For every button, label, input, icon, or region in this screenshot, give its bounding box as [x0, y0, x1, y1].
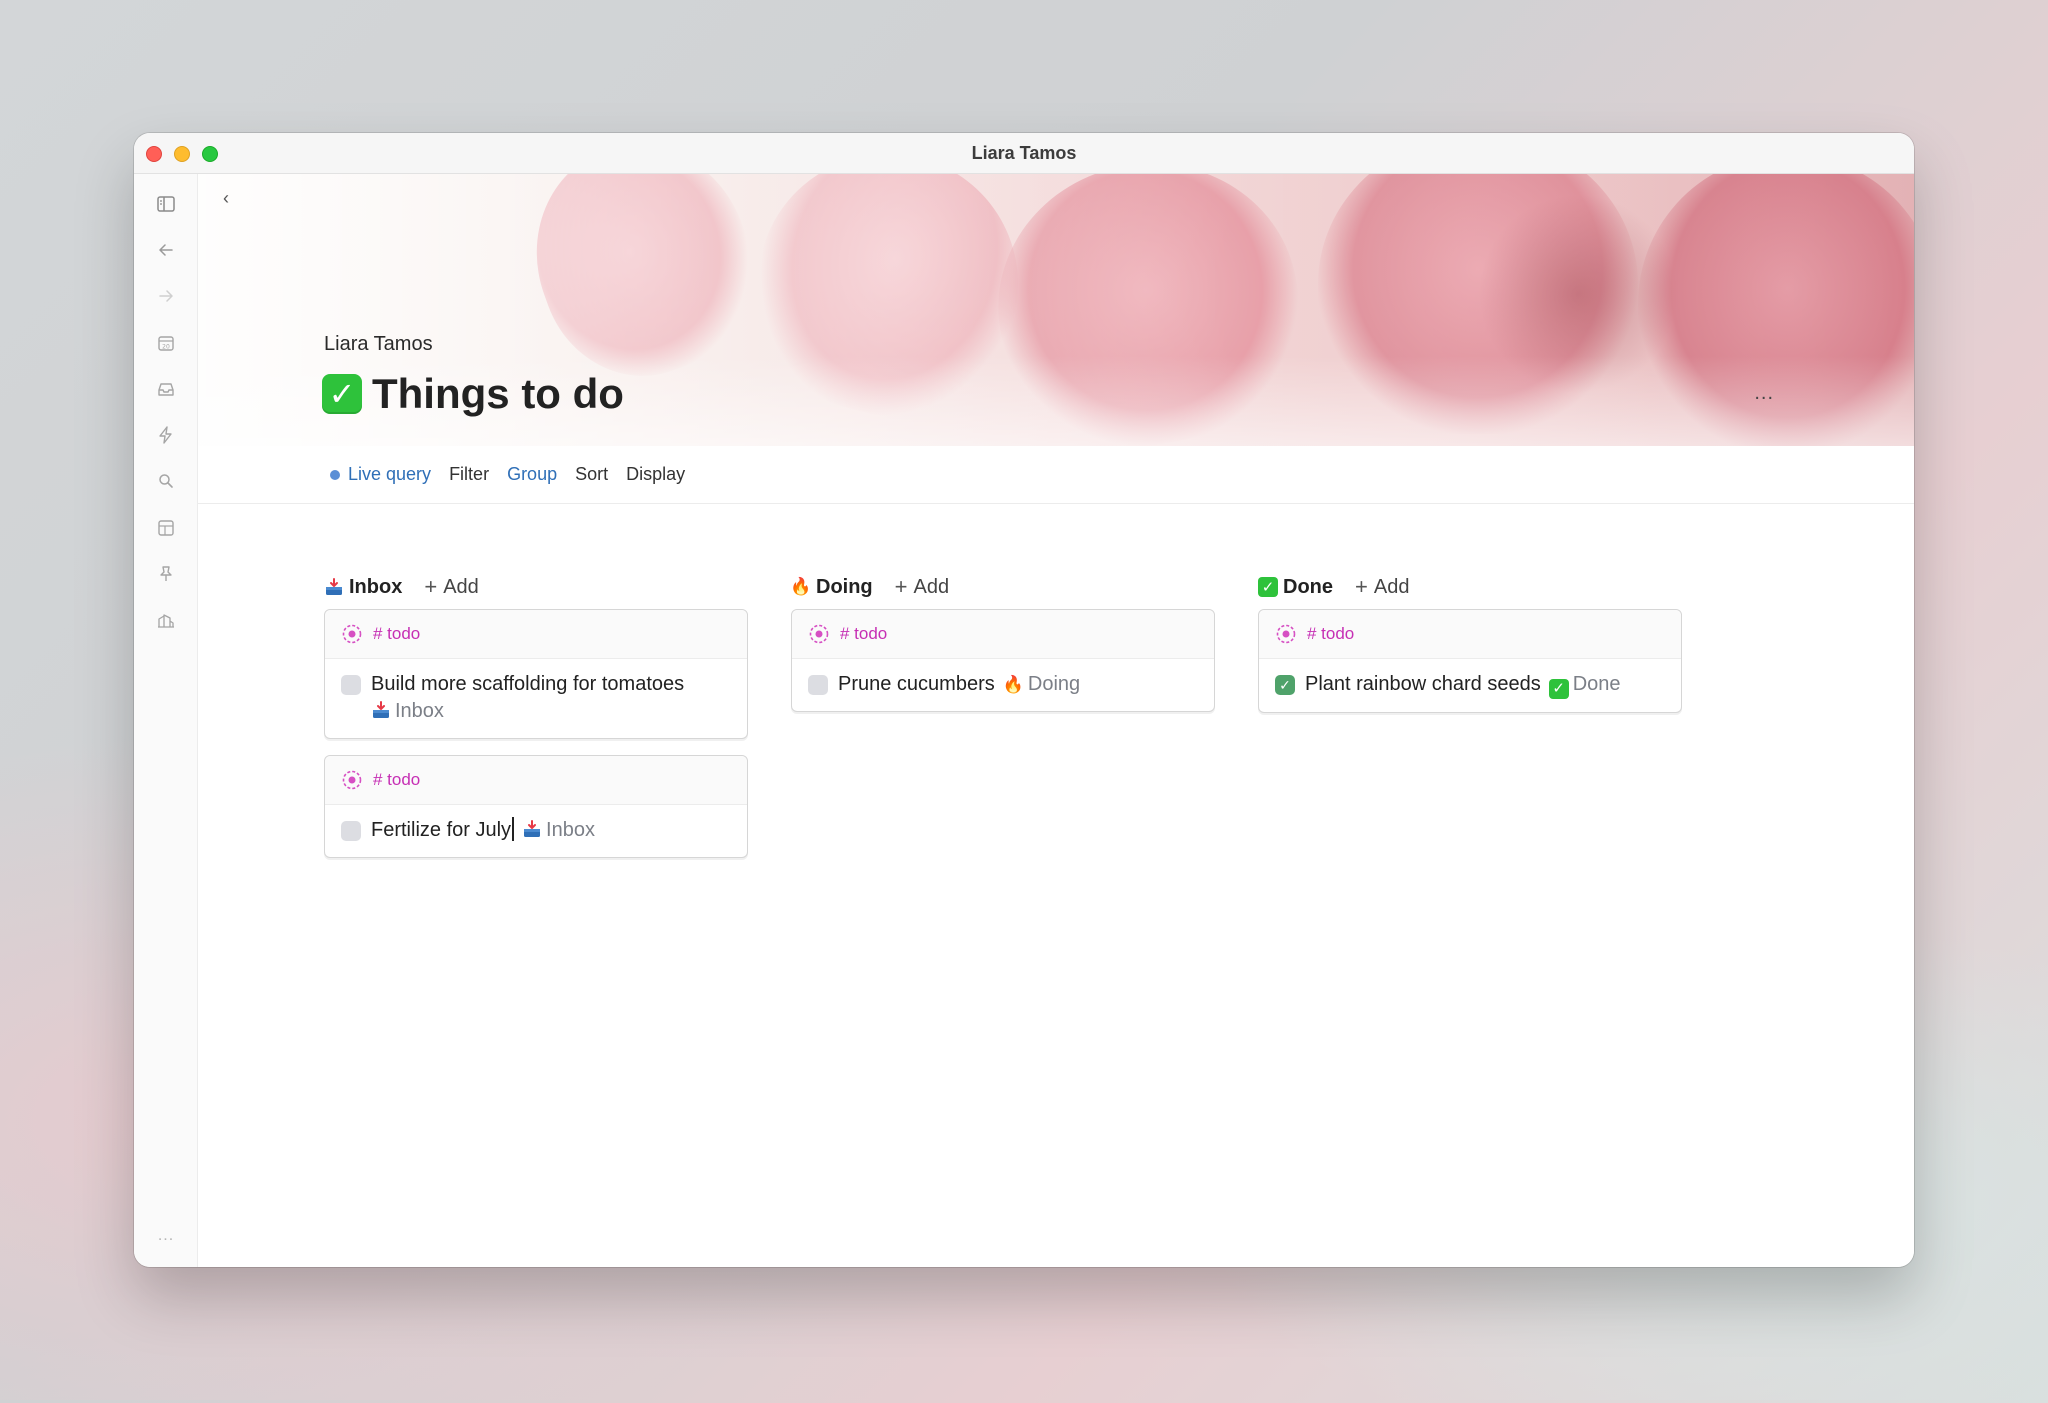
plus-icon: + — [424, 574, 438, 599]
task-text-block: Plant rainbow chard seeds ✓ Done — [1305, 671, 1621, 699]
calendar-icon[interactable]: 20 — [154, 331, 178, 355]
tag-target-icon — [342, 624, 362, 644]
tag-row: # todo — [325, 610, 747, 659]
lightning-icon[interactable] — [154, 423, 178, 447]
column-header: Inbox + Add — [324, 569, 748, 605]
check-mark-icon: ✓ — [1548, 678, 1569, 699]
tag-row: # todo — [792, 610, 1214, 659]
tag-label[interactable]: # todo — [840, 624, 887, 644]
task-card[interactable]: # todo Build more scaffolding for tomato… — [324, 609, 748, 739]
plus-icon: + — [894, 574, 908, 599]
column-done: ✓ Done + Add # todo ✓ Plant rainbow char… — [1258, 569, 1682, 874]
app-window: Liara Tamos 20 ... ‹ Liara Tamos ✓ Thing… — [134, 133, 1914, 1267]
column-doing: 🔥 Doing + Add # todo Prune cucumbers 🔥 D… — [790, 569, 1215, 874]
kanban-board: Inbox + Add # todo Build more scaffoldin… — [324, 569, 1682, 874]
column-name: Inbox — [349, 575, 403, 598]
tag-target-icon — [1276, 624, 1296, 644]
column-inbox: Inbox + Add # todo Build more scaffoldin… — [324, 569, 748, 874]
task-status[interactable]: Inbox — [395, 700, 444, 722]
layout-icon[interactable] — [154, 516, 178, 540]
live-dot-icon — [330, 469, 340, 480]
column-name: Done — [1283, 575, 1333, 598]
task-text-block: Fertilize for July Inbox — [371, 817, 595, 844]
task-checkbox[interactable] — [341, 675, 361, 695]
fire-icon: 🔥 — [790, 577, 812, 596]
add-card-button[interactable]: + Add — [424, 574, 478, 600]
query-toolbar: Live query Filter Group Sort Display — [198, 446, 1914, 504]
breadcrumb[interactable]: Liara Tamos — [324, 333, 433, 356]
tag-row: # todo — [325, 756, 747, 805]
task-text[interactable]: Build more scaffolding for tomatoes — [371, 673, 684, 695]
page-more-button[interactable]: ... — [1754, 382, 1774, 405]
task-row: Prune cucumbers 🔥 Doing — [792, 659, 1214, 711]
add-card-button[interactable]: + Add — [1355, 574, 1409, 600]
column-name: Doing — [816, 575, 873, 598]
cover-image: ‹ Liara Tamos ✓ Things to do ... — [198, 174, 1914, 446]
svg-text:20: 20 — [162, 344, 170, 351]
inbox-tray-icon[interactable] — [154, 377, 178, 401]
titlebar: Liara Tamos — [134, 133, 1914, 174]
live-query-button[interactable]: Live query — [330, 464, 431, 485]
task-status[interactable]: Doing — [1028, 673, 1080, 695]
check-mark-icon: ✓ — [322, 374, 362, 414]
tag-target-icon — [342, 770, 362, 790]
fire-icon: 🔥 — [1002, 675, 1024, 694]
task-card[interactable]: # todo Fertilize for July Inbox — [324, 755, 748, 858]
task-row: Fertilize for July Inbox — [325, 805, 747, 857]
task-text-input[interactable]: Fertilize for July — [371, 819, 511, 841]
page-title-text: Things to do — [372, 370, 624, 417]
inbox-tray-icon — [373, 701, 389, 718]
pin-icon[interactable] — [154, 562, 178, 586]
page-title: ✓ Things to do — [322, 370, 624, 418]
plus-icon: + — [1355, 574, 1368, 599]
task-text-block: Build more scaffolding for tomatoes Inbo… — [371, 671, 684, 725]
task-text[interactable]: Prune cucumbers — [838, 673, 995, 695]
forward-arrow-icon[interactable] — [154, 284, 178, 308]
task-checkbox[interactable] — [341, 821, 361, 841]
group-button[interactable]: Group — [507, 464, 557, 485]
tag-target-icon — [809, 624, 829, 644]
filter-button[interactable]: Filter — [449, 464, 489, 485]
task-text-block: Prune cucumbers 🔥 Doing — [838, 671, 1080, 698]
buildings-icon[interactable] — [154, 608, 178, 632]
check-mark-icon: ✓ — [1258, 577, 1278, 597]
sidebar: 20 ... — [134, 174, 198, 1267]
task-status[interactable]: Done — [1573, 673, 1621, 695]
task-row: ✓ Plant rainbow chard seeds ✓ Done — [1259, 659, 1681, 712]
inbox-tray-icon — [524, 820, 541, 837]
sort-button[interactable]: Sort — [575, 464, 608, 485]
column-header: 🔥 Doing + Add — [790, 569, 1215, 605]
main-content: ‹ Liara Tamos ✓ Things to do ... Live qu… — [198, 174, 1914, 1267]
task-row: Build more scaffolding for tomatoes Inbo… — [325, 659, 747, 738]
text-caret — [512, 817, 515, 841]
display-button[interactable]: Display — [626, 464, 685, 485]
inbox-tray-icon — [324, 577, 344, 597]
task-checkbox-checked[interactable]: ✓ — [1275, 675, 1295, 695]
tag-label[interactable]: # todo — [373, 624, 420, 644]
task-status[interactable]: Inbox — [546, 819, 595, 841]
sidebar-toggle-icon[interactable] — [154, 192, 178, 216]
tag-label[interactable]: # todo — [373, 770, 420, 790]
task-checkbox[interactable] — [808, 675, 828, 695]
task-card[interactable]: # todo ✓ Plant rainbow chard seeds ✓ Done — [1258, 609, 1682, 713]
window-title: Liara Tamos — [971, 143, 1077, 163]
add-card-button[interactable]: + Add — [895, 574, 949, 600]
collapse-chevron-icon[interactable]: ‹ — [216, 188, 236, 208]
task-text[interactable]: Plant rainbow chard seeds — [1305, 673, 1541, 695]
back-arrow-icon[interactable] — [154, 238, 178, 262]
sidebar-more-icon[interactable]: ... — [154, 1227, 178, 1245]
search-icon[interactable] — [154, 469, 178, 493]
tag-label[interactable]: # todo — [1307, 624, 1354, 644]
column-header: ✓ Done + Add — [1258, 569, 1682, 605]
tag-row: # todo — [1259, 610, 1681, 659]
task-card[interactable]: # todo Prune cucumbers 🔥 Doing — [791, 609, 1215, 712]
